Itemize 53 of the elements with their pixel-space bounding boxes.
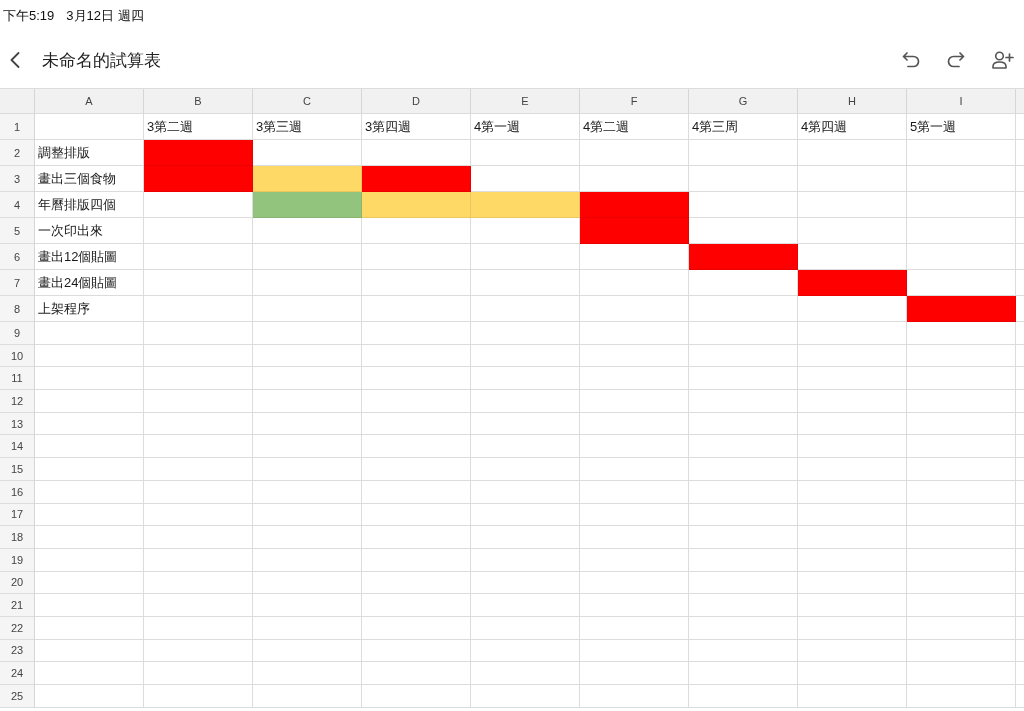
row-header[interactable]: 9 (0, 322, 35, 345)
table-cell: 4第一週 (471, 114, 580, 140)
undo-icon (902, 52, 920, 68)
add-person-icon (992, 51, 1014, 69)
column-header[interactable]: E (471, 89, 580, 114)
row-header[interactable]: 16 (0, 480, 35, 504)
table-cell: 3第四週 (362, 114, 471, 140)
status-date: 3月12日 週四 (66, 7, 144, 25)
row-header[interactable]: 3 (0, 166, 35, 192)
table-cell: 年曆排版四個 (35, 192, 144, 218)
row-header[interactable]: 22 (0, 616, 35, 640)
row-header[interactable]: 11 (0, 367, 35, 391)
row-header[interactable]: 21 (0, 594, 35, 617)
table-cell: 4第三周 (689, 114, 798, 140)
table-cell: 畫出12個貼圖 (35, 244, 144, 270)
row-header[interactable]: 6 (0, 244, 35, 270)
column-header[interactable]: H (798, 89, 907, 114)
row-header[interactable]: 2 (0, 140, 35, 166)
back-chevron-icon (10, 52, 20, 68)
table-cell: 5第一週 (907, 114, 1016, 140)
row-header[interactable]: 24 (0, 662, 35, 685)
table-cell: 4第四週 (798, 114, 907, 140)
row-header[interactable]: 1 (0, 114, 35, 140)
row-header[interactable]: 10 (0, 344, 35, 368)
column-header[interactable]: I (907, 89, 1016, 114)
row-header[interactable]: 23 (0, 639, 35, 663)
row-header[interactable]: 17 (0, 503, 35, 527)
column-header[interactable]: A (35, 89, 144, 114)
column-header[interactable]: G (689, 89, 798, 114)
row-header[interactable]: 25 (0, 685, 35, 708)
row-header[interactable]: 14 (0, 435, 35, 459)
status-time: 下午5:19 (3, 7, 55, 25)
column-header[interactable]: B (144, 89, 253, 114)
table-cell: 4第二週 (580, 114, 689, 140)
row-header[interactable]: 12 (0, 390, 35, 413)
table-cell: 畫出24個貼圖 (35, 270, 144, 296)
row-header[interactable]: 20 (0, 571, 35, 595)
row-header[interactable]: 8 (0, 296, 35, 322)
row-header[interactable]: 5 (0, 218, 35, 244)
document-title: 未命名的試算表 (42, 49, 161, 72)
column-header[interactable]: F (580, 89, 689, 114)
table-cell: 3第三週 (253, 114, 362, 140)
table-cell: 一次印出來 (35, 218, 144, 244)
row-header[interactable]: 7 (0, 270, 35, 296)
row-header[interactable]: 15 (0, 458, 35, 481)
column-header[interactable]: C (253, 89, 362, 114)
redo-icon (947, 52, 965, 68)
row-header[interactable]: 13 (0, 412, 35, 436)
row-header[interactable]: 18 (0, 526, 35, 549)
row-header[interactable]: 4 (0, 192, 35, 218)
row-header[interactable]: 19 (0, 548, 35, 572)
column-header[interactable]: D (362, 89, 471, 114)
table-cell: 上架程序 (35, 296, 144, 322)
